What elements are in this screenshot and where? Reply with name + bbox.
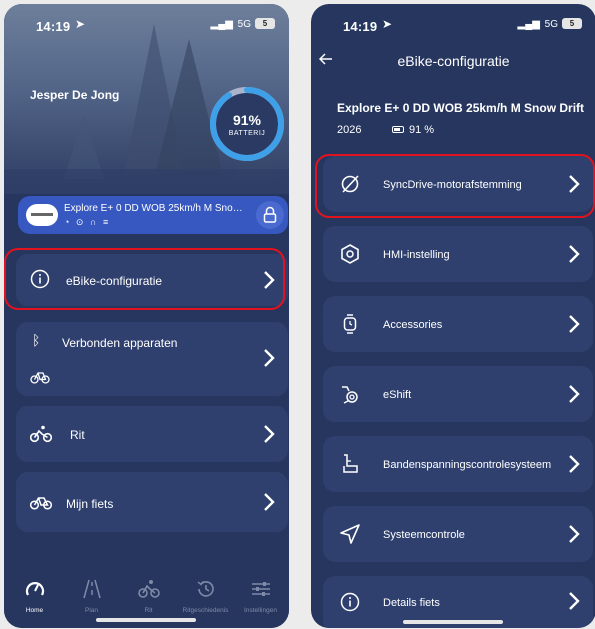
tab-ritgeschiedenis[interactable]: Ritgeschiedenis (177, 578, 234, 614)
config-item-label: Accessories (383, 319, 443, 331)
config-item-accessories[interactable]: Accessories (323, 296, 593, 352)
battery-icon: 5 (562, 18, 582, 29)
history-icon (197, 581, 214, 597)
chevron-right-icon (569, 455, 580, 473)
info-icon (340, 592, 360, 612)
lock-icon (263, 206, 277, 223)
location-arrow-icon: ➤ (75, 17, 86, 31)
chevron-right-icon (264, 493, 275, 511)
home-indicator[interactable] (96, 618, 196, 622)
bike-name: Explore E+ 0 DD WOB 25km/h M Sno… (64, 203, 243, 214)
battery-icon: 5 (255, 18, 275, 29)
battery-percent: 91% (232, 112, 262, 128)
signal-icon: ▂▄▆ (517, 19, 540, 30)
network-label: 5G (544, 19, 558, 30)
config-item-eshift[interactable]: eShift (323, 366, 593, 422)
bike-status-icons: ◔ ⊙ ∩ ≡ (64, 217, 111, 227)
chevron-right-icon (569, 245, 580, 263)
tab-plan[interactable]: Plan (63, 578, 120, 614)
config-item-label: Bandenspanningscontrolesysteem (383, 459, 552, 471)
tab-label: Rit (144, 607, 153, 614)
bike-battery-percent: 91 % (409, 124, 435, 136)
tab-instellingen[interactable]: Instellingen (232, 578, 289, 614)
gear-shift-icon (342, 386, 358, 404)
status-time: 14:19 (36, 19, 71, 34)
status-bar: 14:19 ➤ ▂▄▆ 5G 5 (4, 4, 289, 44)
bike-icon (30, 497, 52, 510)
ebike-config-screen: 14:19 ➤ ▂▄▆ 5G 5 eBike-configuratie Expl… (311, 4, 595, 628)
tab-bar: Home Plan Rit Ritgeschiedenis Instelling… (4, 572, 289, 628)
battery-label: BATTERIJ (228, 130, 266, 137)
home-indicator[interactable] (403, 620, 503, 624)
menu-item-label: Rit (70, 428, 85, 442)
menu-item-label: Mijn fiets (66, 497, 114, 511)
network-label: 5G (237, 19, 251, 30)
battery-small-icon (392, 126, 404, 133)
config-item-label: eShift (383, 389, 412, 401)
bike-icon (30, 372, 50, 384)
chevron-right-icon (569, 385, 580, 403)
chevron-right-icon (569, 525, 580, 543)
config-item-bandenspanning[interactable]: Bandenspanningscontrolesysteem (323, 436, 593, 492)
lock-button[interactable] (256, 201, 284, 229)
tab-label: Home (25, 607, 44, 614)
send-icon (340, 524, 360, 544)
config-item-label: Details fiets (383, 597, 440, 609)
tab-label: Plan (84, 607, 98, 614)
menu-item-label: Verbonden apparaten (62, 336, 178, 350)
bike-icon (137, 580, 160, 598)
speedometer-icon (25, 582, 44, 596)
menu-item-verbonden-apparaten[interactable]: ᛒ Verbonden apparaten (16, 322, 288, 396)
page-title: eBike-configuratie (397, 53, 510, 69)
config-item-label: Systeemcontrole (383, 529, 465, 541)
chevron-right-icon (569, 315, 580, 333)
tab-label: Ritgeschiedenis (182, 607, 229, 614)
home-screen: 14:19 ➤ ▂▄▆ 5G 5 Jesper De Jong 91% BATT… (4, 4, 289, 628)
highlight-outline (4, 248, 285, 310)
bike-selector[interactable]: Explore E+ 0 DD WOB 25km/h M Sno… ◔ ⊙ ∩ … (18, 196, 288, 234)
user-name: Jesper De Jong (30, 88, 120, 102)
chevron-right-icon (264, 349, 275, 367)
watch-icon (343, 314, 357, 334)
road-icon (82, 579, 101, 599)
status-bar: 14:19 ➤ ▂▄▆ 5G 5 (311, 4, 595, 44)
chevron-right-icon (264, 425, 275, 443)
tab-home[interactable]: Home (6, 578, 63, 614)
chevron-right-icon (569, 592, 580, 610)
bluetooth-icon: ᛒ (32, 332, 41, 348)
signal-icon: ▂▄▆ (210, 19, 233, 30)
hexagon-icon (341, 244, 359, 264)
tab-label: Instellingen (244, 607, 277, 614)
config-item-systeemcontrole[interactable]: Systeemcontrole (323, 506, 593, 562)
config-item-hmi-instelling[interactable]: HMI-instelling (323, 226, 593, 282)
cyclist-icon (30, 425, 52, 443)
bike-title: Explore E+ 0 DD WOB 25km/h M Snow Drift (337, 101, 585, 115)
status-time: 14:19 (343, 19, 378, 34)
bike-brand-logo (26, 204, 58, 226)
menu-item-rit[interactable]: Rit (16, 406, 288, 462)
menu-item-mijn-fiets[interactable]: Mijn fiets (16, 472, 288, 532)
tab-rit[interactable]: Rit (120, 578, 177, 614)
location-arrow-icon: ➤ (382, 17, 393, 31)
highlight-outline (315, 154, 595, 218)
bike-year: 2026 (337, 124, 362, 136)
battery-gauge-text: 91% BATTERIJ (207, 112, 287, 137)
config-item-label: HMI-instelling (383, 249, 450, 261)
tire-pressure-icon (343, 454, 358, 473)
sliders-icon (251, 582, 270, 596)
